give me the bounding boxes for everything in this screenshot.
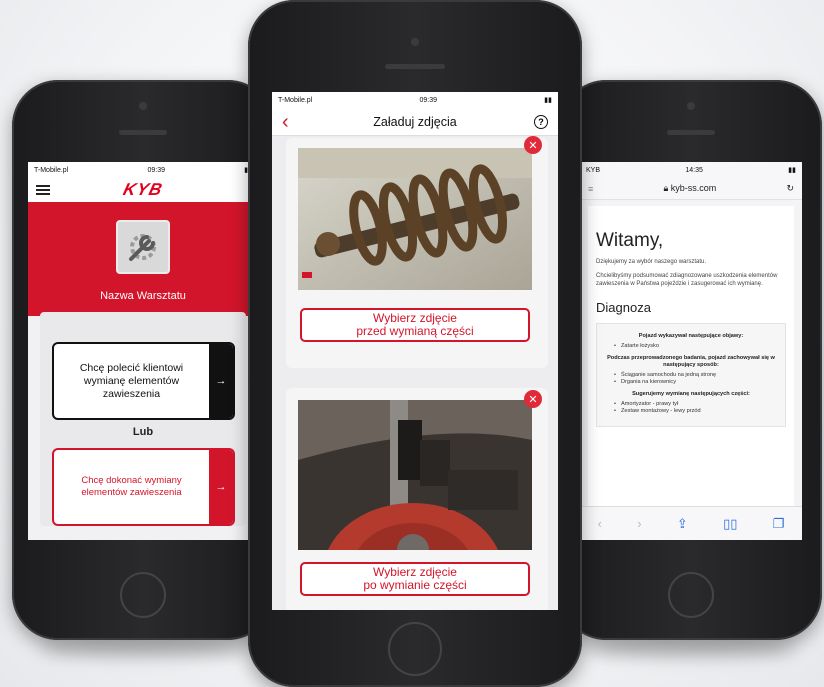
reader-icon[interactable]: ≡: [588, 184, 593, 194]
workshop-name: Nazwa Warsztatu: [100, 290, 186, 302]
lock-icon: 🔒︎: [663, 183, 669, 193]
camera-dot: [139, 102, 147, 110]
intro-summary: Chcielibyśmy podsumować zdiagnozowane us…: [596, 273, 778, 287]
photo-card-before: ✕ Wybierz zdjęcie przed wymianą części: [286, 136, 548, 368]
remove-photo-icon[interactable]: ✕: [524, 136, 542, 154]
left-phone-shadow: [40, 640, 250, 658]
bookmarks-icon[interactable]: ▯▯: [723, 516, 737, 532]
diagnosis-box: Pojazd wykazywał następujące objawy: Zat…: [596, 323, 786, 427]
center-screen: T-Mobile.pl 09:39 ▮▮ ‹ Załaduj zdjęcia ?: [272, 92, 558, 610]
intro-thanks: Dziękujemy za wybór naszego warsztatu.: [596, 259, 707, 265]
camera-dot: [687, 102, 695, 110]
arrow-right-icon: →: [209, 344, 233, 418]
recommend-label: Chcę polecić klientowi wymianę elementów…: [79, 361, 184, 400]
choice-card: Chcę polecić klientowi wymianę elementów…: [40, 312, 246, 526]
right-screen: KYB 14:35 ▮▮ ≡ 🔒︎ kyb-ss.com ↻ Witamy, D…: [580, 162, 802, 540]
or-separator: Lub: [132, 426, 154, 438]
photo-after[interactable]: [298, 400, 532, 550]
web-page: Witamy, Dziękujemy za wybór naszego wars…: [588, 206, 794, 506]
hamburger-icon[interactable]: [36, 185, 50, 195]
kyb-logo: KYB: [121, 180, 165, 199]
behavior-title: Podczas przeprowadzonego badania, pojazd…: [607, 354, 775, 368]
page-title: Załaduj zdjęcia: [373, 114, 457, 129]
back-chevron-icon[interactable]: ‹: [282, 112, 296, 132]
reload-icon[interactable]: ↻: [786, 183, 794, 194]
diagnosis-heading: Diagnoza: [596, 300, 651, 315]
parts-title: Sugerujemy wymianę następujących części:: [632, 390, 750, 397]
help-icon[interactable]: ?: [533, 114, 548, 129]
button-line2: przed wymianą części: [356, 324, 474, 338]
time-label: 09:39: [419, 96, 438, 104]
right-phone-shadow: [585, 640, 795, 658]
photo-card-after: ✕ Wybierz zdjęcie po wymianie części: [286, 388, 548, 610]
list-item: Amortyzator - prawy tył: [614, 401, 779, 409]
replace-label: Chcę dokonać wymiany elementów zawieszen…: [81, 475, 182, 498]
camera-dot: [411, 38, 419, 46]
perform-replacement-button[interactable]: Chcę dokonać wymiany elementów zawieszen…: [52, 448, 235, 526]
left-phone: T-Mobile.pl 09:39 ▮▮ KYB Nazwa Warsztatu…: [12, 80, 274, 640]
time-label: 09:39: [147, 166, 166, 174]
app-header: KYB: [28, 178, 258, 202]
photo-before[interactable]: [298, 148, 532, 290]
back-icon[interactable]: ‹: [598, 516, 602, 531]
time-label: 14:35: [685, 166, 703, 174]
list-item: Ściąganie samochodu na jedną stronę: [614, 372, 779, 380]
choose-photo-after-button[interactable]: Wybierz zdjęcie po wymianie części: [300, 562, 530, 596]
wrench-gear-icon: [116, 220, 170, 274]
choose-photo-before-button[interactable]: Wybierz zdjęcie przed wymianą części: [300, 308, 530, 342]
status-bar: T-Mobile.pl 09:39 ▮▮: [272, 92, 558, 108]
battery-icon: ▮▮: [544, 97, 552, 104]
left-screen: T-Mobile.pl 09:39 ▮▮ KYB Nazwa Warsztatu…: [28, 162, 258, 540]
battery-icon: ▮▮: [788, 167, 796, 174]
symptoms-title: Pojazd wykazywał następujące objawy:: [638, 333, 744, 339]
carrier-label: T-Mobile.pl: [34, 166, 69, 174]
recommend-replacement-button[interactable]: Chcę polecić klientowi wymianę elementów…: [52, 342, 235, 420]
carrier-label: T-Mobile.pl: [278, 96, 313, 104]
address-bar[interactable]: ≡ 🔒︎ kyb-ss.com ↻: [580, 178, 802, 200]
list-item: Drgania na kierownicy: [614, 379, 779, 387]
home-button[interactable]: [388, 622, 442, 676]
speaker: [667, 130, 715, 135]
home-button[interactable]: [668, 572, 714, 618]
home-button[interactable]: [120, 572, 166, 618]
share-icon[interactable]: ⇪: [677, 516, 688, 532]
workshop-banner: Nazwa Warsztatu: [28, 202, 258, 316]
speaker: [385, 64, 445, 69]
nav-header: ‹ Załaduj zdjęcia ?: [272, 108, 558, 136]
welcome-heading: Witamy,: [596, 230, 664, 251]
carrier-label: KYB: [586, 166, 601, 174]
list-item: Zatarte łożysko: [614, 343, 779, 351]
speaker: [119, 130, 167, 135]
safari-toolbar: ‹ › ⇪ ▯▯ ❐: [580, 506, 802, 540]
right-phone: KYB 14:35 ▮▮ ≡ 🔒︎ kyb-ss.com ↻ Witamy, D…: [560, 80, 822, 640]
arrow-right-icon: →: [209, 450, 233, 524]
list-item: Zestaw montażowy - lewy przód: [614, 408, 779, 416]
forward-icon[interactable]: ›: [637, 516, 641, 531]
center-phone: T-Mobile.pl 09:39 ▮▮ ‹ Załaduj zdjęcia ?: [248, 0, 582, 687]
tabs-icon[interactable]: ❐: [773, 516, 785, 532]
status-bar: T-Mobile.pl 09:39 ▮▮: [28, 162, 258, 178]
status-bar: KYB 14:35 ▮▮: [580, 162, 802, 178]
url-text: 🔒︎ kyb-ss.com: [663, 183, 717, 193]
button-line2: po wymianie części: [363, 578, 467, 592]
remove-photo-icon[interactable]: ✕: [524, 390, 542, 408]
